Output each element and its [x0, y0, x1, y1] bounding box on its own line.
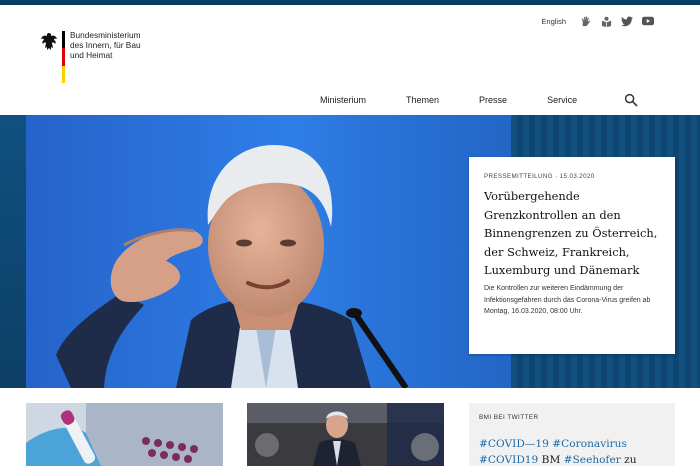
meta-navigation: English	[541, 15, 654, 27]
logo-line: und Heimat	[70, 50, 113, 60]
twitter-widget: BMI BEI TWITTER #COVID—19 #Coronavirus #C…	[469, 403, 675, 466]
twitter-icon[interactable]	[621, 15, 633, 27]
youtube-icon[interactable]	[642, 15, 654, 27]
logo-line: Bundesministerium	[70, 30, 141, 40]
tweet-text-fragment: BM	[538, 454, 564, 466]
teaser-image-laboratory[interactable]	[26, 403, 223, 466]
nav-item-presse[interactable]: Presse	[479, 95, 507, 105]
nav-item-service[interactable]: Service	[547, 95, 577, 105]
hero-photo[interactable]	[26, 115, 511, 388]
tweet-text-fragment: zu	[620, 454, 637, 466]
hashtag-link[interactable]: #Coronavirus	[552, 438, 627, 450]
federal-eagle-icon[interactable]	[40, 32, 58, 52]
hero-background-left	[0, 115, 26, 388]
tweet-text: #COVID—19 #Coronavirus #COVID19 BM #Seeho…	[479, 436, 669, 468]
easy-language-icon[interactable]	[600, 15, 612, 27]
hero-section: PRESSEMITTEILUNG · 15.03.2020 Vorübergeh…	[0, 115, 700, 388]
ministry-logo-text[interactable]: Bundesministerium des Innern, für Bau un…	[70, 30, 150, 60]
nav-item-ministerium[interactable]: Ministerium	[320, 95, 366, 105]
twitter-widget-heading: BMI BEI TWITTER	[479, 414, 539, 421]
hashtag-link[interactable]: #COVID19	[479, 454, 538, 466]
logo-line: des Innern, für Bau	[70, 40, 141, 50]
english-language-link[interactable]: English	[541, 17, 566, 26]
hashtag-link[interactable]: #Seehofer	[564, 454, 621, 466]
hashtag-link[interactable]: #COVID—19	[479, 438, 549, 450]
press-release-card[interactable]: PRESSEMITTEILUNG · 15.03.2020 Vorübergeh…	[469, 157, 675, 354]
press-release-teaser: Die Kontrollen zur weiteren Eindämmung d…	[484, 285, 651, 316]
press-release-kicker: PRESSEMITTEILUNG · 15.03.2020	[484, 173, 595, 180]
site-header: Bundesministerium des Innern, für Bau un…	[0, 5, 700, 115]
teaser-image-press-conference[interactable]	[247, 403, 444, 466]
main-navigation: Ministerium Themen Presse Service	[320, 93, 638, 107]
search-icon[interactable]	[624, 93, 638, 107]
german-flag-bar	[62, 31, 65, 83]
sign-language-icon[interactable]	[579, 15, 591, 27]
nav-item-themen[interactable]: Themen	[406, 95, 439, 105]
press-release-title[interactable]: Vorübergehende Grenzkontrollen an den Bi…	[484, 187, 666, 280]
